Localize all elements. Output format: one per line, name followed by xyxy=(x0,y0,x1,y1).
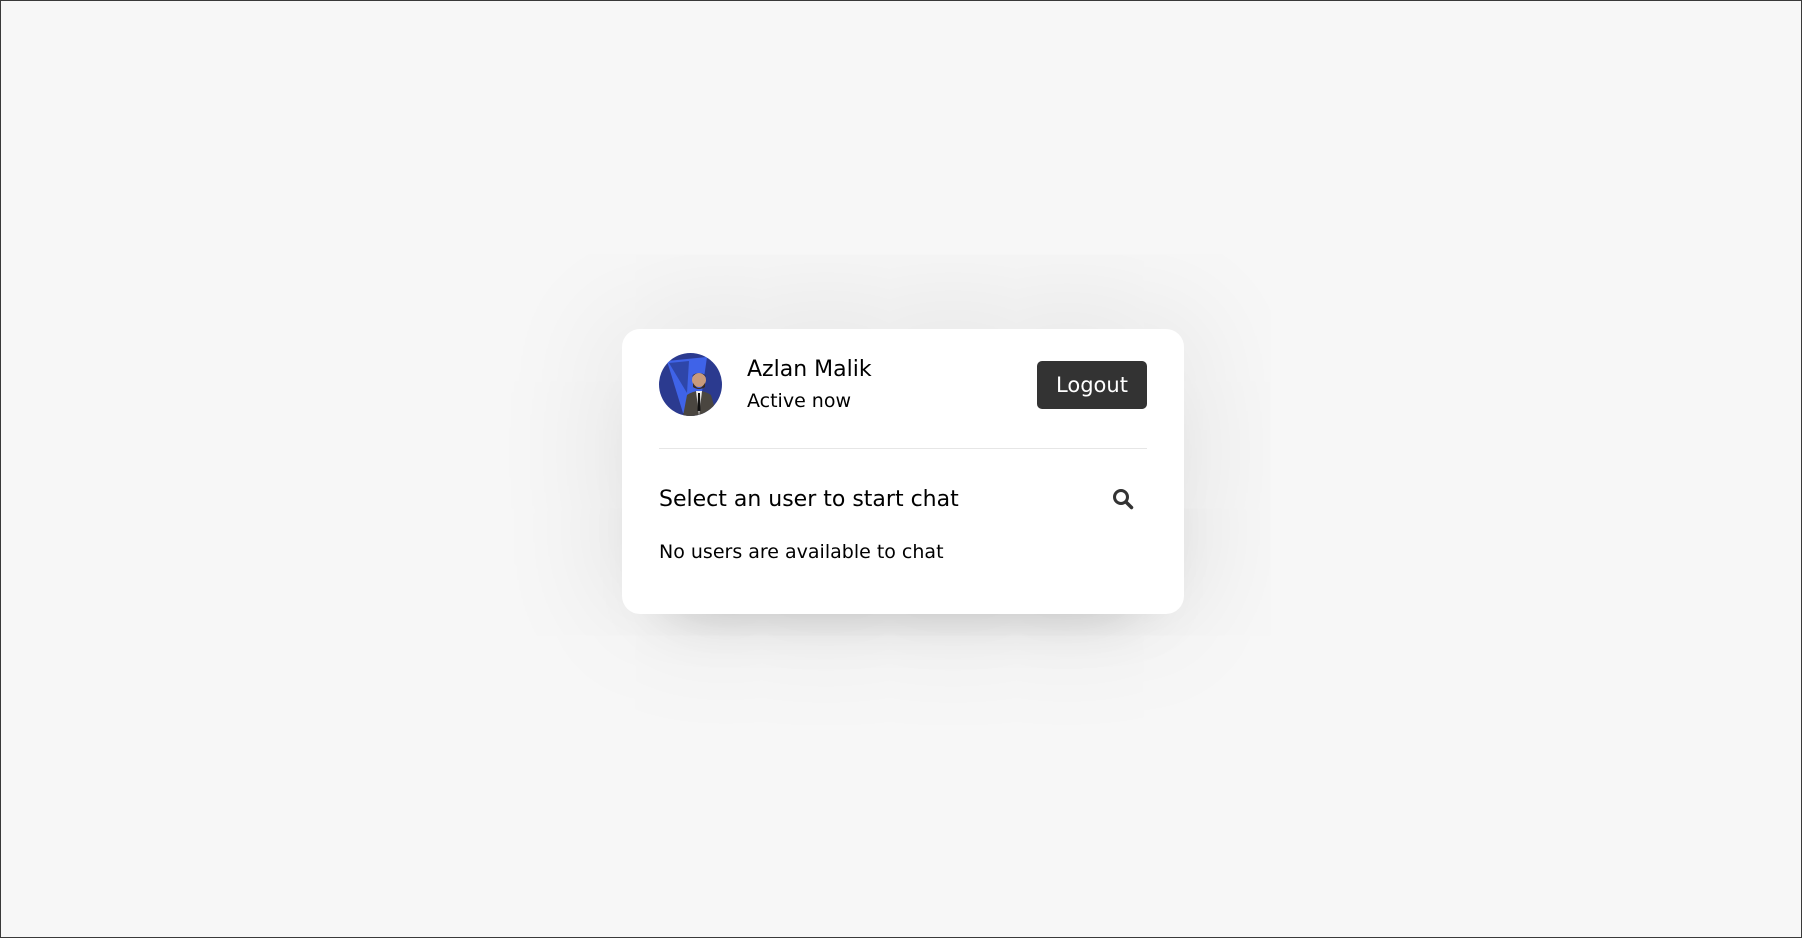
chat-users-panel: Azlan Malik Active now Logout Select an … xyxy=(622,329,1184,614)
user-status: Active now xyxy=(747,389,852,412)
search-prompt: Select an user to start chat xyxy=(659,486,959,512)
empty-users-message: No users are available to chat xyxy=(659,541,944,563)
avatar xyxy=(659,353,722,416)
current-user: Azlan Malik Active now xyxy=(659,353,872,416)
search-button[interactable] xyxy=(1099,475,1147,523)
search-bar: Select an user to start chat xyxy=(659,469,1147,529)
user-name: Azlan Malik xyxy=(747,356,872,382)
users-list: No users are available to chat xyxy=(659,541,1147,563)
user-details: Azlan Malik Active now xyxy=(747,355,872,415)
panel-header: Azlan Malik Active now Logout xyxy=(659,329,1147,449)
logout-button[interactable]: Logout xyxy=(1037,360,1147,409)
avatar-image xyxy=(659,353,722,416)
search-icon xyxy=(1113,489,1134,510)
